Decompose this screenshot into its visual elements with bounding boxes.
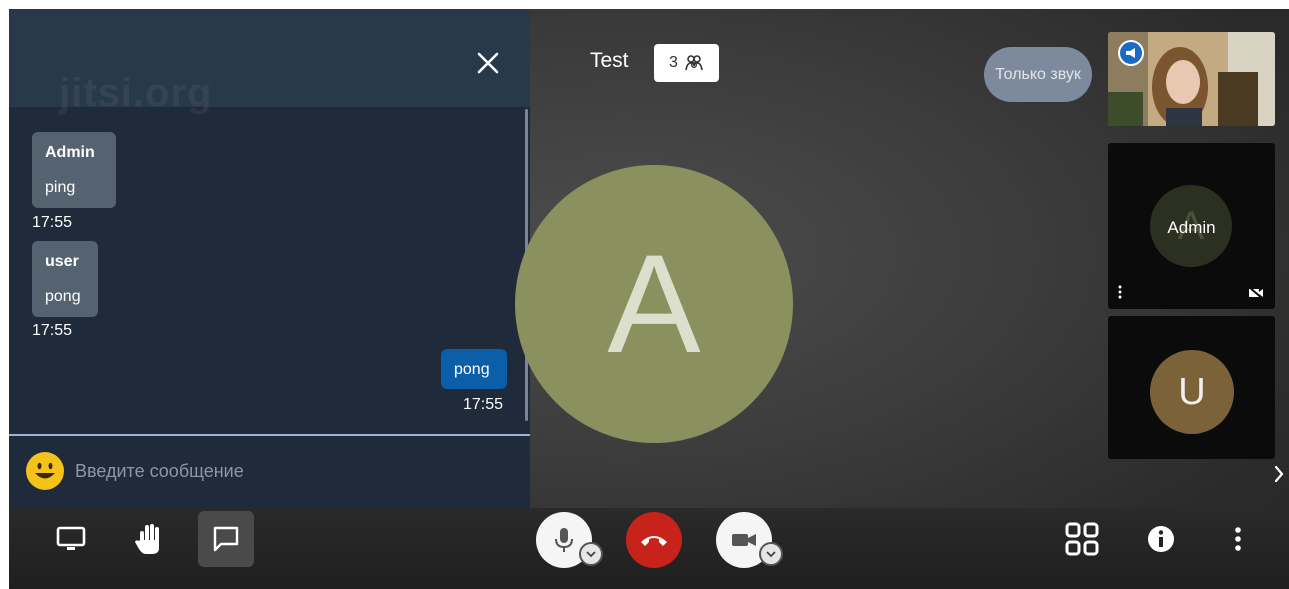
more-options-icon [1235, 527, 1241, 551]
raise-hand-button[interactable] [121, 511, 177, 567]
audio-only-indicator: Только звук [984, 47, 1092, 102]
microphone-icon [555, 528, 573, 552]
message-timestamp: 17:55 [32, 214, 73, 231]
raise-hand-icon [135, 524, 159, 554]
close-chat-button[interactable] [474, 49, 502, 77]
megaphone-icon [1126, 48, 1135, 58]
conference-window: jitsi.org Admin ping 17:55 user pong 17:… [9, 9, 1289, 589]
participant-avatar: U [1150, 350, 1234, 434]
tile-view-icon [1065, 522, 1099, 556]
message-text: pong [45, 288, 81, 305]
chat-toggle-button[interactable] [198, 511, 254, 567]
info-icon [1148, 526, 1174, 552]
jitsi-watermark: jitsi.org [59, 71, 213, 115]
chat-message-input[interactable] [75, 453, 515, 489]
own-chat-message: pong [441, 349, 507, 389]
video-muted-icon [1248, 286, 1264, 300]
more-options-button[interactable] [1210, 511, 1266, 567]
chat-input-divider [9, 434, 530, 436]
hangup-button[interactable] [626, 512, 682, 568]
toolbar [9, 508, 1289, 589]
chevron-down-icon [586, 551, 596, 558]
info-button[interactable] [1133, 511, 1189, 567]
message-sender: user [45, 253, 79, 270]
participant-thumbnail-admin[interactable]: A Admin [1108, 143, 1275, 309]
hangup-icon [641, 536, 667, 546]
message-timestamp: 17:55 [32, 322, 73, 339]
participant-count: 3 [669, 54, 678, 71]
dominant-speaker-avatar: A [515, 165, 793, 443]
chevron-down-icon [766, 551, 776, 558]
thumbnail-menu-icon[interactable] [1118, 285, 1122, 299]
dominant-speaker-badge [1118, 40, 1144, 66]
avatar-initial: U [1178, 370, 1206, 413]
message-sender: Admin [45, 144, 95, 161]
microphone-options-button[interactable] [579, 542, 603, 566]
chat-panel: jitsi.org Admin ping 17:55 user pong 17:… [9, 9, 530, 508]
close-icon [477, 52, 499, 74]
chat-message: user pong [32, 241, 98, 317]
filmstrip-toggle-icon[interactable] [1272, 464, 1286, 484]
participant-name: Admin [1167, 218, 1216, 237]
camera-options-button[interactable] [759, 542, 783, 566]
screen-share-button[interactable] [43, 511, 99, 567]
screen-share-icon [56, 526, 86, 550]
message-text: pong [454, 361, 490, 378]
chat-message: Admin ping [32, 132, 116, 208]
camera-icon [732, 534, 756, 546]
tile-view-button[interactable] [1054, 511, 1110, 567]
local-video-thumbnail[interactable] [1108, 32, 1275, 126]
emoji-button[interactable] [26, 452, 64, 490]
participants-icon [685, 55, 703, 71]
participants-count-button[interactable]: 3 [654, 44, 719, 82]
conference-title: Test [590, 49, 629, 72]
smiley-icon [27, 453, 63, 489]
message-text: ping [45, 179, 76, 196]
chat-icon [213, 526, 239, 552]
message-timestamp: 17:55 [463, 396, 504, 413]
participant-thumbnail-user[interactable]: U [1108, 316, 1275, 459]
